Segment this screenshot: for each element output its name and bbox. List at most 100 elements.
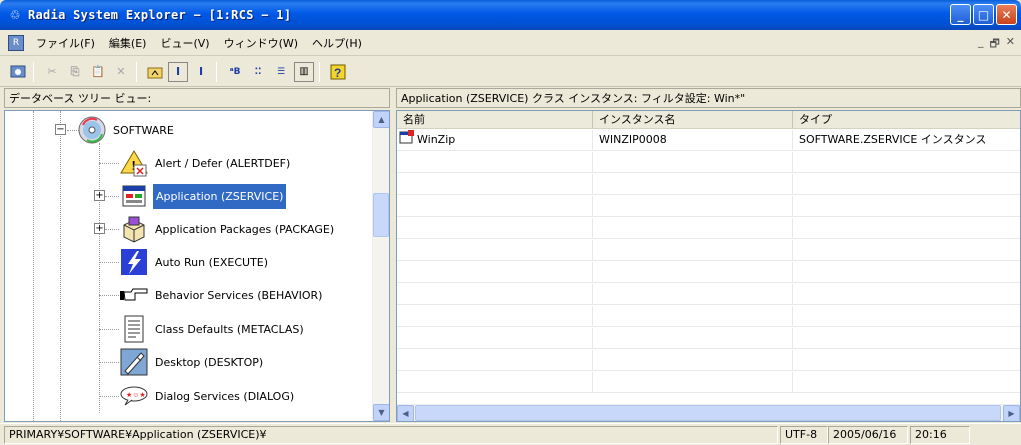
row-name-text: WinZip — [417, 133, 456, 146]
tree-node-desktop[interactable]: Desktop (DESKTOP) — [119, 346, 265, 378]
tree-node-execute[interactable]: Auto Run (EXECUTE) — [119, 246, 270, 278]
tree-pane-header: データベース ツリー ビュー: — [4, 88, 390, 108]
list-horizontal-scrollbar[interactable]: ◀ ▶ — [397, 404, 1020, 421]
cell-name: WinZip — [397, 130, 593, 150]
tree-node-label: Class Defaults (METACLAS) — [155, 322, 304, 336]
scroll-down-icon[interactable]: ▼ — [373, 404, 389, 421]
alert-icon: ! — [119, 148, 149, 178]
app-icon[interactable]: ♲ — [8, 8, 22, 22]
column-header-name[interactable]: 名前 — [397, 111, 593, 128]
help-icon[interactable]: ? — [328, 62, 348, 82]
tree-node-label: Behavior Services (BEHAVIOR) — [155, 288, 323, 302]
scroll-right-icon[interactable]: ▶ — [1003, 405, 1020, 421]
list-view-icon[interactable]: ☰ — [271, 62, 291, 82]
document-icon — [119, 314, 149, 344]
tree-node-label: Application (ZSERVICE) — [153, 183, 287, 209]
document-minimize-button[interactable]: _ — [978, 35, 984, 54]
tree-guide-line — [99, 143, 100, 413]
empty-row — [397, 372, 1020, 393]
large-icons-icon[interactable]: ᵃB — [225, 62, 245, 82]
toolbar: ✂ ⎘ 📋 ✕ I I ᵃB ⁚⁚ ☰ ▥ ? — [0, 57, 1021, 87]
application-icon — [119, 181, 149, 211]
scroll-thumb[interactable] — [415, 405, 1001, 421]
status-path: PRIMARY¥SOFTWARE¥Application (ZSERVICE)¥ — [4, 426, 778, 444]
database-tree-view[interactable]: − SOFTWARE ! Alert / Defer (ALERTDEF) + … — [4, 110, 390, 422]
status-bar: PRIMARY¥SOFTWARE¥Application (ZSERVICE)¥… — [0, 423, 1021, 445]
table-row[interactable]: WinZip WINZIP0008 SOFTWARE.ZSERVICE インスタ… — [397, 130, 1020, 151]
document-restore-button[interactable]: 🗗 — [989, 35, 999, 54]
cell-type: SOFTWARE.ZSERVICE インスタンス — [793, 130, 1020, 150]
tree-guide-line — [60, 111, 61, 421]
tree-node-label: SOFTWARE — [113, 123, 174, 137]
tree-guide-line — [105, 229, 119, 230]
tree-guide-line — [105, 196, 119, 197]
small-icons-icon[interactable]: ⁚⁚ — [248, 62, 268, 82]
tree-node-label: Desktop (DESKTOP) — [155, 355, 264, 369]
tree-node-alertdef[interactable]: ! Alert / Defer (ALERTDEF) — [119, 147, 292, 179]
document-window-icon[interactable]: R — [8, 34, 24, 51]
tree-collapse-toggle[interactable]: − — [55, 124, 66, 135]
scroll-left-icon[interactable]: ◀ — [397, 405, 414, 421]
cd-icon — [77, 115, 107, 145]
tree-node-zservice[interactable]: Application (ZSERVICE) — [119, 180, 287, 212]
empty-row — [397, 152, 1020, 173]
empty-row — [397, 350, 1020, 371]
empty-row — [397, 174, 1020, 195]
paste-icon[interactable]: 📋 — [88, 62, 108, 82]
tree-guide-line — [99, 362, 119, 363]
toolbar-separator — [33, 61, 34, 82]
tree-node-dialog[interactable]: ★☺★ Dialog Services (DIALOG) — [119, 380, 296, 412]
menu-view[interactable]: ビュー(V) — [158, 35, 211, 51]
maximize-button[interactable]: □ — [973, 4, 994, 25]
details-view-icon[interactable]: ▥ — [294, 61, 314, 82]
menu-edit[interactable]: 編集(E) — [107, 35, 149, 51]
column-header-instance[interactable]: インスタンス名 — [593, 111, 793, 128]
title-bar: ♲ Radia System Explorer − [1:RCS − 1] _ … — [0, 0, 1021, 30]
instance-alt-icon[interactable]: I — [191, 62, 211, 82]
lightning-icon — [119, 247, 149, 277]
tree-guide-line — [99, 262, 119, 263]
svg-text:?: ? — [334, 66, 341, 80]
winzip-icon — [399, 130, 415, 150]
empty-row — [397, 196, 1020, 217]
tree-node-package[interactable]: Application Packages (PACKAGE) — [119, 213, 336, 245]
status-encoding: UTF-8 — [780, 426, 828, 444]
tree-node-label: Auto Run (EXECUTE) — [155, 255, 269, 269]
minimize-button[interactable]: _ — [950, 4, 971, 25]
tree-expand-toggle[interactable]: + — [94, 223, 105, 234]
cut-icon[interactable]: ✂ — [42, 62, 62, 82]
toolbar-separator — [319, 61, 320, 82]
tree-guide-line — [99, 163, 119, 164]
empty-row — [397, 218, 1020, 239]
menu-window[interactable]: ウィンドウ(W) — [222, 35, 300, 51]
window-title: Radia System Explorer − [1:RCS − 1] — [28, 8, 292, 22]
instance-list-view[interactable]: 名前 インスタンス名 タイプ WinZip WINZIP0008 SOFTWAR… — [396, 110, 1021, 422]
copy-icon[interactable]: ⎘ — [65, 62, 85, 82]
empty-row — [397, 240, 1020, 261]
document-window-controls: _ 🗗 ✕ — [978, 35, 1015, 54]
connect-icon[interactable] — [8, 62, 28, 82]
tree-guide-line — [99, 295, 119, 296]
close-button[interactable]: ✕ — [996, 4, 1017, 25]
tree-node-metaclas[interactable]: Class Defaults (METACLAS) — [119, 313, 306, 345]
empty-row — [397, 306, 1020, 327]
scroll-thumb[interactable] — [373, 193, 389, 237]
column-header-type[interactable]: タイプ — [793, 111, 1020, 128]
scroll-up-icon[interactable]: ▲ — [373, 111, 389, 128]
tree-vertical-scrollbar[interactable]: ▲ ▼ — [372, 111, 389, 421]
parent-folder-icon[interactable] — [145, 62, 165, 82]
empty-row — [397, 284, 1020, 305]
document-close-button[interactable]: ✕ — [1006, 35, 1015, 54]
toolbar-separator — [216, 61, 217, 82]
tree-expand-toggle[interactable]: + — [94, 190, 105, 201]
tree-node-software[interactable]: SOFTWARE — [77, 114, 176, 146]
delete-icon[interactable]: ✕ — [111, 62, 131, 82]
packages-icon — [119, 214, 149, 244]
tree-guide-line — [99, 396, 119, 397]
cell-instance: WINZIP0008 — [593, 130, 793, 150]
menu-help[interactable]: ヘルプ(H) — [310, 35, 364, 51]
menu-file[interactable]: ファイル(F) — [34, 35, 97, 51]
instance-icon[interactable]: I — [168, 61, 188, 82]
tree-node-behavior[interactable]: Behavior Services (BEHAVIOR) — [119, 279, 324, 311]
status-time: 20:16 — [910, 426, 970, 444]
